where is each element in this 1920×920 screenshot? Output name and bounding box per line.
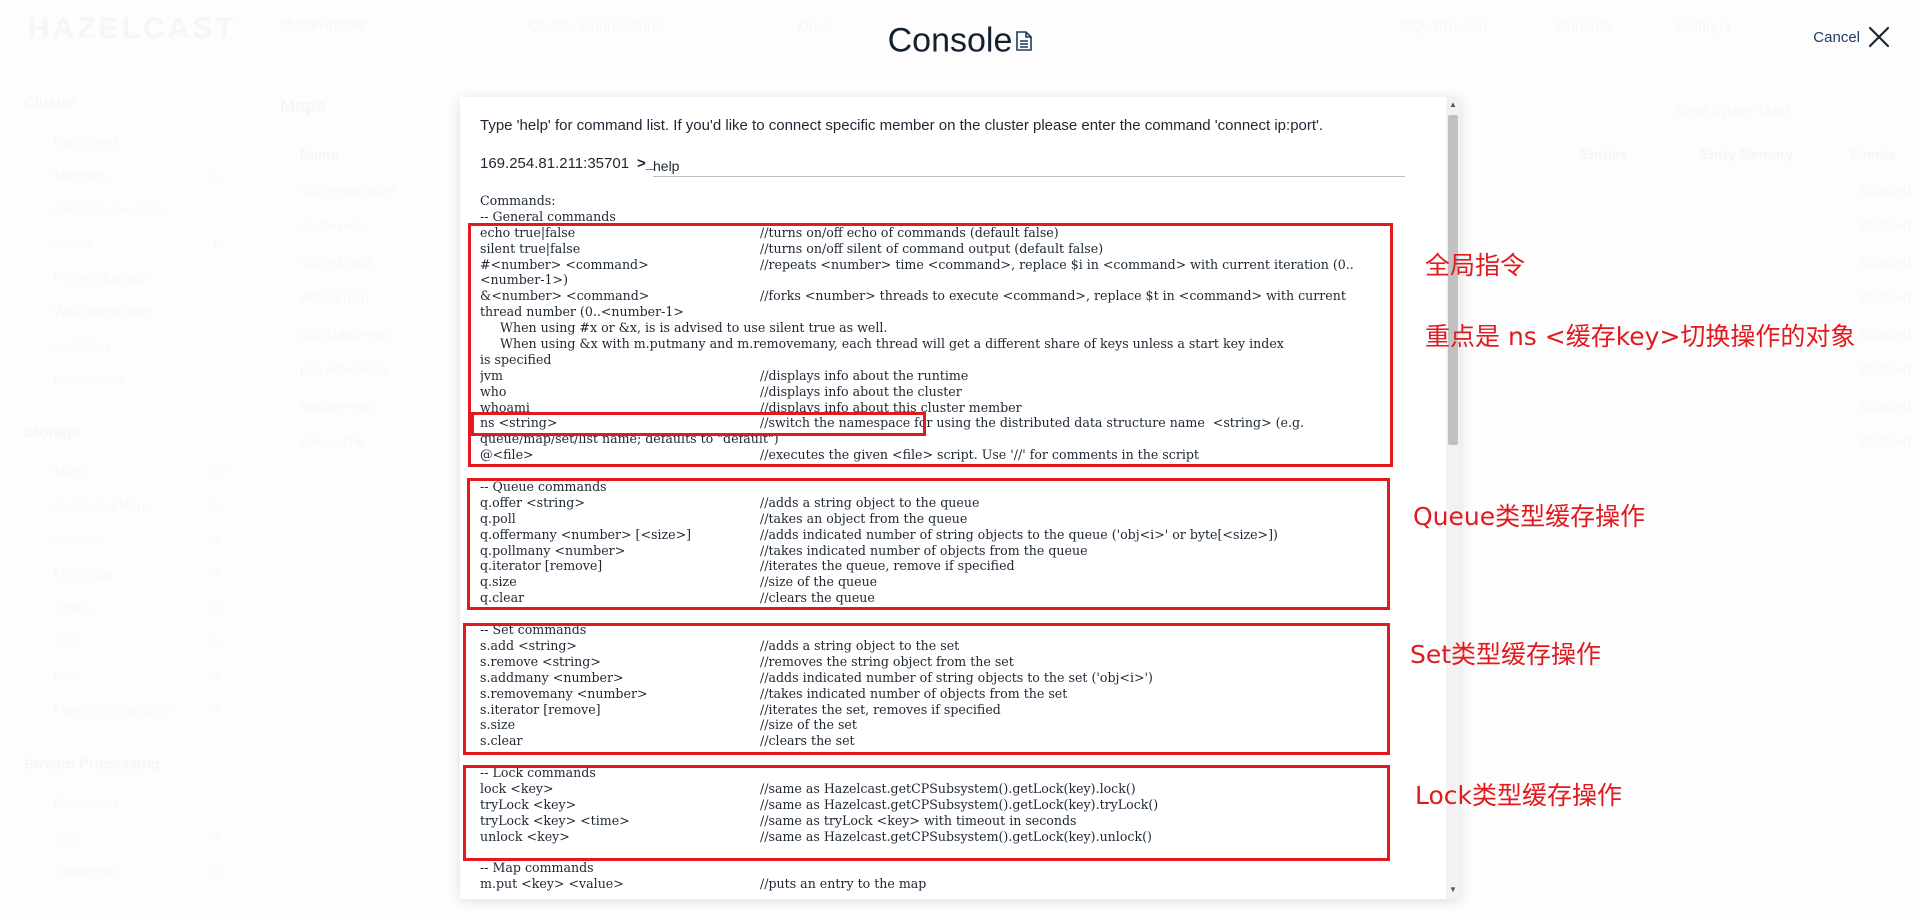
- scroll-down-arrow-icon[interactable]: ▼: [1448, 884, 1458, 896]
- annotation-box-lock: [463, 765, 1390, 861]
- command-input[interactable]: [653, 155, 1405, 177]
- annotation-box-set: [463, 623, 1390, 755]
- cancel-button[interactable]: Cancel: [1813, 26, 1890, 48]
- annotation-general-label: 全局指令: [1425, 251, 1526, 280]
- console-intro-text: Type 'help' for command list. If you'd l…: [480, 117, 1324, 134]
- annotation-queue-label: Queue类型缓存操作: [1413, 502, 1646, 531]
- prompt-address: 169.254.81.211:35701: [480, 155, 630, 172]
- prompt-row: 169.254.81.211:35701 >_: [480, 155, 654, 172]
- document-icon: [1016, 31, 1033, 51]
- modal-title: Console: [0, 20, 1920, 61]
- annotation-box-ns: [471, 412, 926, 436]
- scroll-up-arrow-icon[interactable]: ▲: [1448, 99, 1458, 111]
- annotation-lock-label: Lock类型缓存操作: [1415, 781, 1623, 810]
- annotation-box-queue: [467, 478, 1390, 610]
- annotation-set-label: Set类型缓存操作: [1410, 640, 1602, 669]
- command-syntax: m.put <key> <value>: [480, 876, 624, 892]
- console-line: Commands:: [480, 193, 556, 208]
- modal-title-text: Console: [887, 21, 1013, 60]
- prompt-icon: >_: [637, 155, 655, 172]
- command-description: //puts an entry to the map: [760, 876, 927, 892]
- close-icon[interactable]: [1868, 26, 1890, 48]
- console-line: m.put <key> <value> //puts an entry to th…: [480, 876, 1440, 892]
- console-line: -- Map commands: [480, 860, 594, 876]
- cancel-label: Cancel: [1813, 28, 1860, 46]
- annotation-ns-label: 重点是 ns <缓存key>切换操作的对象: [1425, 322, 1856, 351]
